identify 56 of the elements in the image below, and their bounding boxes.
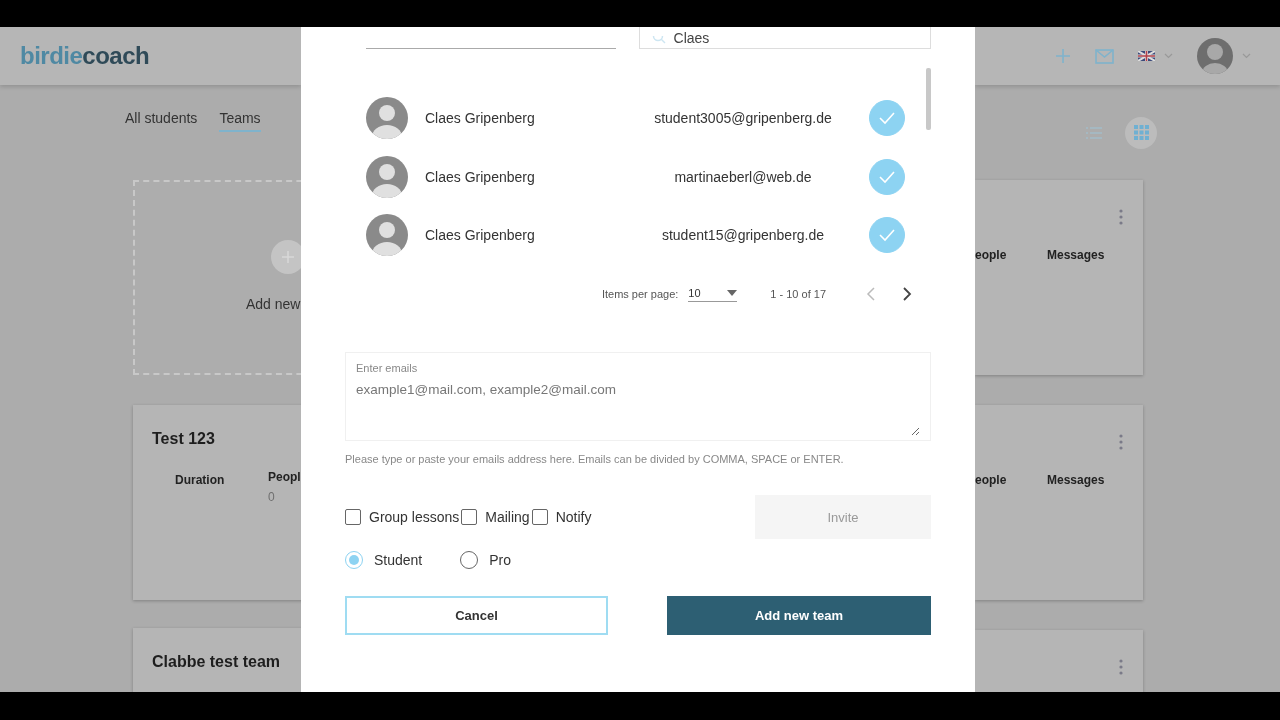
items-per-page-select[interactable]: 10 xyxy=(688,286,738,302)
more-menu-icon[interactable] xyxy=(1119,434,1123,450)
student-name: Claes Gripenberg xyxy=(425,168,536,185)
checkbox[interactable]: Notify xyxy=(531,509,592,525)
check-icon xyxy=(878,111,896,126)
page-range: 1 - 10 of 17 xyxy=(770,288,826,300)
select-toggle[interactable] xyxy=(869,217,905,254)
more-menu-icon[interactable] xyxy=(1119,659,1123,675)
grid-view-icon[interactable] xyxy=(1125,116,1157,149)
column-heading: Peopl xyxy=(268,470,301,484)
add-new-team-button[interactable]: Add new team xyxy=(667,596,931,635)
column-heading: Duration xyxy=(175,473,225,487)
radio-button[interactable]: Pro xyxy=(460,551,512,569)
checkbox[interactable]: Mailing xyxy=(461,509,530,525)
avatar-icon xyxy=(366,97,408,140)
avatar-icon xyxy=(366,214,408,257)
scrollbar[interactable] xyxy=(926,68,931,130)
add-team-label: Add new xyxy=(246,296,301,312)
column-heading: Messages xyxy=(1047,473,1105,487)
student-name: Claes Gripenberg xyxy=(425,227,536,244)
student-name: Claes Gripenberg xyxy=(425,110,536,127)
column-heading: eople xyxy=(975,473,1008,487)
chevron-down-icon[interactable] xyxy=(1164,53,1173,59)
check-icon xyxy=(878,228,896,243)
next-page-icon[interactable] xyxy=(902,287,912,301)
select-toggle[interactable] xyxy=(869,100,905,137)
more-menu-icon[interactable] xyxy=(1119,209,1123,225)
search-field[interactable]: Claes xyxy=(638,27,931,49)
people-count: 0 xyxy=(268,490,276,504)
student-email: student3005@gripenberg.de xyxy=(653,110,833,127)
team-title: Test 123 xyxy=(152,430,216,448)
check-icon xyxy=(878,169,896,184)
column-heading: Messages xyxy=(1047,248,1105,262)
search-icon xyxy=(651,36,666,46)
radio-button[interactable]: Student xyxy=(345,551,423,569)
select-toggle[interactable] xyxy=(869,158,905,195)
previous-page-icon[interactable] xyxy=(866,287,876,301)
team-title: Clabbe test team xyxy=(152,653,282,671)
student-email: student15@gripenberg.de xyxy=(660,227,826,244)
checkbox[interactable]: Group lessons xyxy=(345,509,460,525)
caret-icon xyxy=(727,289,738,296)
emails-field[interactable]: Enter emails example1@mail.com, example2@mail.com xyxy=(345,352,931,441)
student-email: martinaeberl@web.de xyxy=(673,168,813,185)
add-team-card[interactable]: Add new xyxy=(133,180,301,375)
flag-icon[interactable] xyxy=(1138,51,1155,61)
chevron-down-icon[interactable] xyxy=(1242,53,1251,59)
avatar-icon xyxy=(366,155,408,198)
tab[interactable]: All students xyxy=(125,108,198,132)
emails-hint: Please type or paste your emails address here. Emails can be divided by COMMA, SPACE or ENTER. xyxy=(345,453,845,465)
items-per-page-label: Items per page: xyxy=(601,288,679,300)
mail-icon[interactable] xyxy=(1095,48,1114,64)
user-avatar-icon[interactable] xyxy=(1197,38,1233,74)
column-heading: eople xyxy=(975,248,1008,262)
tab[interactable]: Teams xyxy=(219,108,261,132)
plus-icon[interactable] xyxy=(1055,48,1071,64)
cancel-button[interactable]: Cancel xyxy=(345,596,608,635)
